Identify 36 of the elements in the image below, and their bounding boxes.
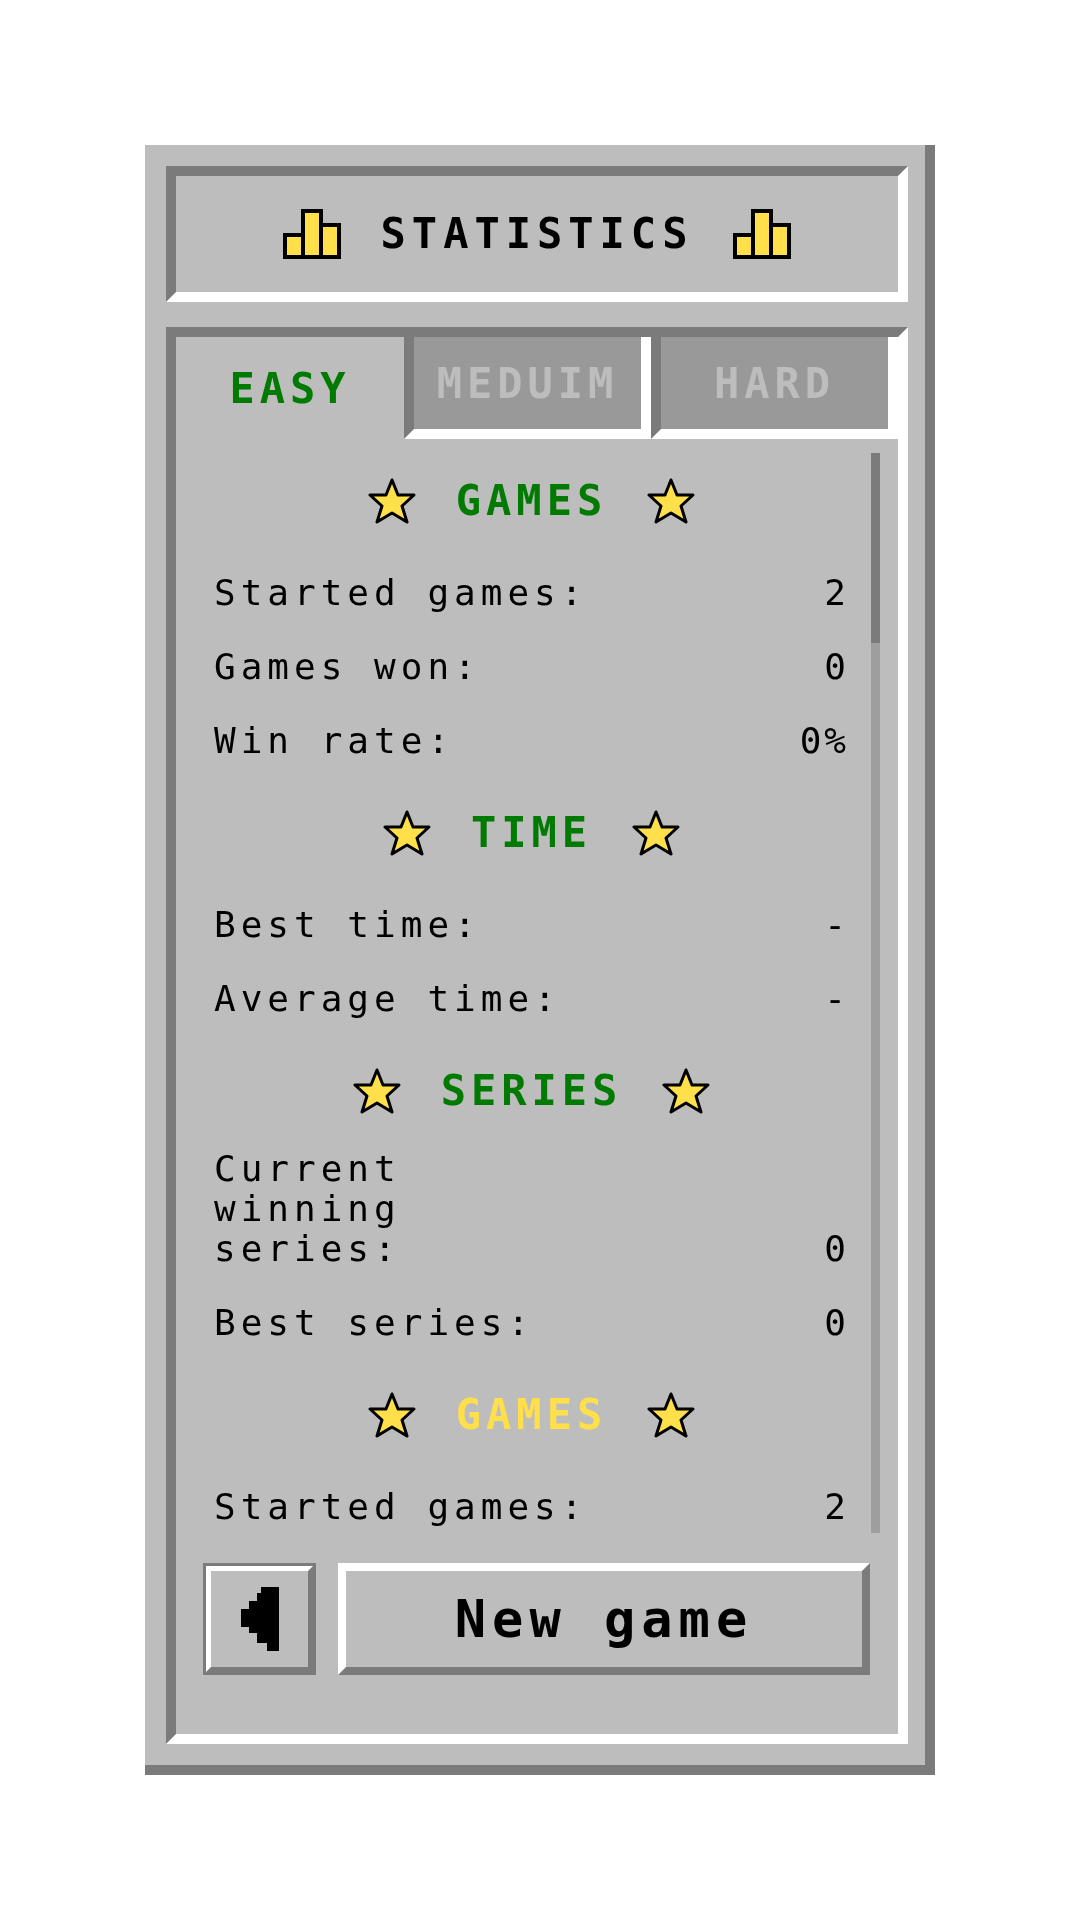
section-title: SERIES bbox=[440, 1070, 623, 1112]
stat-label: Win rate: bbox=[214, 721, 455, 761]
star-icon bbox=[647, 1392, 696, 1438]
stat-value: 0 bbox=[824, 647, 849, 687]
stat-value: 0 bbox=[824, 1229, 849, 1269]
stat-label: Best series: bbox=[214, 1303, 535, 1343]
star-icon bbox=[647, 478, 696, 524]
scrollbar[interactable] bbox=[871, 453, 880, 1533]
section-title: GAMES bbox=[455, 480, 608, 522]
stat-value: - bbox=[824, 979, 849, 1019]
stat-label: Average time: bbox=[214, 979, 561, 1019]
bar-chart-icon bbox=[282, 209, 341, 259]
star-icon bbox=[382, 810, 431, 856]
stat-label: Started games: bbox=[214, 573, 588, 613]
star-icon bbox=[632, 810, 681, 856]
stat-label: Games won: bbox=[214, 647, 481, 687]
window-title: STATISTICS bbox=[380, 213, 694, 255]
section-title: GAMES bbox=[455, 1394, 608, 1436]
stat-value: - bbox=[824, 905, 849, 945]
stat-label: Current winning series: bbox=[214, 1149, 402, 1269]
stat-label: Started games: bbox=[214, 1487, 588, 1527]
star-icon bbox=[662, 1068, 711, 1114]
stat-label: Best time: bbox=[214, 905, 481, 945]
stat-value: 2 bbox=[824, 573, 849, 613]
stat-value: 0 bbox=[824, 1303, 849, 1343]
stat-value: 0% bbox=[799, 721, 849, 761]
star-icon bbox=[352, 1068, 401, 1114]
new-game-button[interactable]: New game bbox=[338, 1563, 870, 1675]
bar-chart-icon bbox=[733, 209, 792, 259]
star-icon bbox=[367, 478, 416, 524]
back-button[interactable] bbox=[203, 1563, 316, 1675]
scrollbar-thumb[interactable] bbox=[871, 453, 880, 643]
back-arrow-icon bbox=[240, 1587, 279, 1651]
stat-value: 2 bbox=[824, 1487, 849, 1527]
star-icon bbox=[367, 1392, 416, 1438]
section-title: TIME bbox=[470, 812, 593, 854]
